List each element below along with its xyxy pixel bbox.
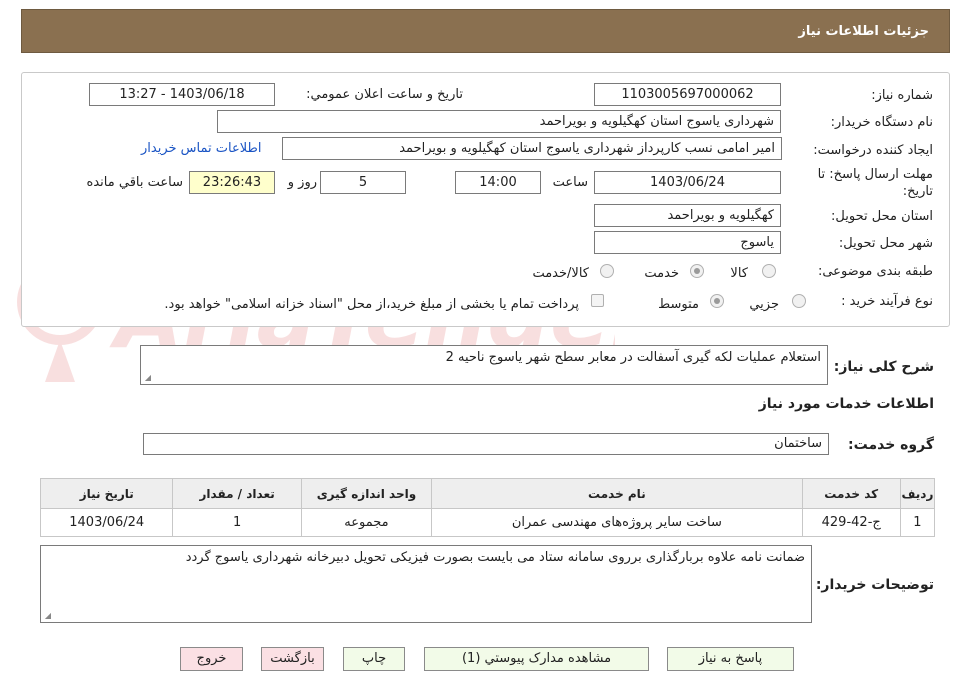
service-group-field: ساختمان <box>143 433 829 455</box>
reply-button[interactable]: پاسخ به نياز <box>667 647 794 671</box>
col-row: رديف <box>899 478 936 509</box>
description-textarea[interactable]: استعلام عملیات لکه گیری آسفالت در معابر … <box>140 345 828 385</box>
cell-quantity: 1 <box>172 508 302 537</box>
need-number-field: 1103005697000062 <box>594 83 781 106</box>
creator-label: ايجاد کننده درخواست: <box>813 143 933 158</box>
back-button[interactable]: بازگشت <box>261 647 324 671</box>
need-number-label: شماره نیاز: <box>871 88 933 103</box>
resize-grip-icon[interactable]: ◢ <box>43 612 51 620</box>
cell-need-date: 1403/06/24 <box>39 508 174 537</box>
category-radio-goods-service[interactable] <box>600 264 614 278</box>
page-header: جزئیات اطلاعات نیاز <box>21 9 950 53</box>
deadline-label: مهلت ارسال پاسخ: تا تاریخ: <box>817 167 933 199</box>
province-field: کهگیلویه و بویراحمد <box>594 204 781 227</box>
category-option-service: خدمت <box>644 266 679 281</box>
announce-label: تاریخ و ساعت اعلان عمومي: <box>306 87 463 102</box>
category-option-goods: کالا <box>730 266 748 281</box>
buyer-contact-link[interactable]: اطلاعات تماس خريدار <box>141 141 261 156</box>
services-table: رديف کد خدمت نام خدمت واحد اندازه گيری ت… <box>39 478 936 537</box>
process-option-minor: جزيي <box>749 297 779 312</box>
deadline-date-field: 1403/06/24 <box>594 171 781 194</box>
payment-note: پرداخت تمام يا بخشی از مبلغ خريد،از محل … <box>164 297 579 312</box>
buyer-notes-label: توضيحات خريدار: <box>815 577 934 593</box>
category-label: طبقه بندی موضوعی: <box>817 264 933 279</box>
table-header-row: رديف کد خدمت نام خدمت واحد اندازه گيری ت… <box>39 478 936 509</box>
services-section-title: اطلاعات خدمات مورد نياز <box>758 396 934 412</box>
exit-button[interactable]: خروج <box>180 647 243 671</box>
category-option-goods-service: کالا/خدمت <box>532 266 589 281</box>
cell-service-code: ج-42-429 <box>801 508 901 537</box>
col-service-name: نام خدمت <box>431 478 803 509</box>
print-button[interactable]: چاپ <box>343 647 405 671</box>
remaining-time-field: 23:26:43 <box>189 171 275 194</box>
buyer-field: شهرداری یاسوج استان کهگیلویه و بویراحمد <box>217 110 781 133</box>
cell-row: 1 <box>899 508 936 537</box>
resize-grip-icon[interactable]: ◢ <box>143 374 151 382</box>
attachments-button[interactable]: مشاهده مدارک پيوستي (1) <box>424 647 649 671</box>
process-label: نوع فرآيند خريد : <box>841 294 933 309</box>
cell-service-name: ساخت سایر پروژه‌های مهندسی عمران <box>431 508 803 537</box>
table-row: 1 ج-42-429 ساخت سایر پروژه‌های مهندسی عم… <box>39 508 936 537</box>
col-service-code: کد خدمت <box>801 478 901 509</box>
payment-checkbox[interactable] <box>591 294 604 307</box>
service-group-label: گروه خدمت: <box>848 437 934 453</box>
buyer-label: نام دستگاه خريدار: <box>830 115 933 130</box>
process-radio-minor[interactable] <box>792 294 806 308</box>
days-label: روز و <box>287 175 317 190</box>
description-label: شرح کلی نیاز: <box>833 359 934 375</box>
process-radio-medium[interactable] <box>710 294 724 308</box>
city-field: یاسوج <box>594 231 781 254</box>
watermark-pin <box>45 340 75 382</box>
creator-field: امیر امامی نسب کارپرداز شهرداری یاسوج اس… <box>282 137 782 160</box>
category-radio-goods[interactable] <box>762 264 776 278</box>
page-title: جزئیات اطلاعات نیاز <box>798 24 929 39</box>
cell-unit: مجموعه <box>300 508 433 537</box>
announce-field: 1403/06/18 - 13:27 <box>89 83 275 106</box>
description-text: استعلام عملیات لکه گیری آسفالت در معابر … <box>445 350 821 365</box>
col-quantity: تعداد / مقدار <box>172 478 302 509</box>
days-field: 5 <box>320 171 406 194</box>
remaining-label: ساعت باقي مانده <box>86 175 183 190</box>
col-need-date: تاريخ نياز <box>39 478 174 509</box>
city-label: شهر محل تحويل: <box>838 236 933 251</box>
col-unit: واحد اندازه گيری <box>300 478 433 509</box>
deadline-time-label: ساعت <box>552 175 588 190</box>
category-radio-service[interactable] <box>690 264 704 278</box>
process-option-medium: متوسط <box>658 297 699 312</box>
buyer-notes-text: ضمانت نامه علاوه بربارگذاری برروی سامانه… <box>185 550 805 565</box>
deadline-time-field: 14:00 <box>455 171 541 194</box>
province-label: استان محل تحويل: <box>831 209 933 224</box>
buyer-notes-textarea[interactable]: ضمانت نامه علاوه بربارگذاری برروی سامانه… <box>40 545 812 623</box>
